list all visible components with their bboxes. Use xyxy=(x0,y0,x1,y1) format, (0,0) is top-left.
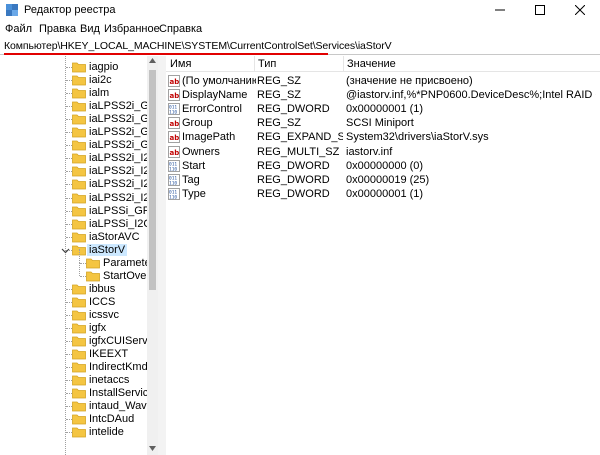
svg-text:ab: ab xyxy=(170,149,180,157)
tree-item[interactable]: intelide xyxy=(0,424,148,441)
menu-view[interactable]: Вид xyxy=(80,23,100,35)
svg-text:110: 110 xyxy=(169,180,177,186)
key-tree[interactable]: iagpioiai2cialmiaLPSS2i_GPIOiaLPSS2i_GPI… xyxy=(0,56,158,455)
svg-text:ab: ab xyxy=(170,92,180,100)
value-data: @iastorv.inf,%*PNP0600.DeviceDesc%;Intel… xyxy=(346,89,596,102)
tree-item-label: intelide xyxy=(89,426,124,439)
folder-icon xyxy=(72,427,86,438)
menu-file[interactable]: Файл xyxy=(5,23,32,35)
registry-editor-icon xyxy=(6,4,18,16)
binary-value-icon: 011110 xyxy=(168,103,180,115)
value-data: 0x00000001 (1) xyxy=(346,187,424,200)
maximize-button[interactable] xyxy=(520,0,560,20)
value-data: System32\drivers\iaStorV.sys xyxy=(346,131,489,144)
string-value-icon: ab xyxy=(168,117,180,130)
close-icon xyxy=(575,5,585,15)
minimize-button[interactable] xyxy=(480,0,520,20)
menu-bar: Файл Правка Вид Избранное Справка xyxy=(0,20,600,38)
svg-text:110: 110 xyxy=(169,110,177,116)
value-type: REG_SZ xyxy=(257,117,302,130)
column-divider[interactable] xyxy=(254,56,255,72)
minimize-icon xyxy=(495,9,505,11)
string-value-icon: ab xyxy=(168,145,180,158)
value-type: REG_SZ xyxy=(257,89,302,102)
value-name: ImagePath xyxy=(182,131,236,144)
table-row[interactable]: 011 110 Type REG_DWORD 0x00000001 (1) xyxy=(166,187,600,201)
column-data-header[interactable]: Значение xyxy=(347,58,396,70)
value-name: DisplayName xyxy=(182,89,248,102)
address-highlight-underline xyxy=(4,53,328,55)
binary-value-icon: 011110 xyxy=(168,159,180,172)
table-row[interactable]: ab ImagePath REG_EXPAND_SZ System32\drivers… xyxy=(166,130,600,144)
table-row[interactable]: 011 110 ErrorControl REG_DWORD 0x00000001 (1… xyxy=(166,102,600,116)
window-title: Редактор реестра xyxy=(24,4,116,16)
table-row[interactable]: ab (По умолчанию) REG_SZ (значение не присв… xyxy=(166,74,600,88)
value-name: ErrorControl xyxy=(182,103,242,116)
tree-scrollbar[interactable] xyxy=(147,56,158,455)
list-header: Имя Тип Значение xyxy=(166,56,600,72)
address-path[interactable]: Компьютер\HKEY_LOCAL_MACHINE\SYSTEM\Curr… xyxy=(4,40,392,52)
scroll-thumb[interactable] xyxy=(149,70,156,290)
value-type: REG_DWORD xyxy=(257,159,330,172)
value-type: REG_DWORD xyxy=(257,187,330,200)
tree-guide-line xyxy=(79,248,80,263)
menu-edit[interactable]: Правка xyxy=(39,23,76,35)
value-name: Group xyxy=(182,117,213,130)
table-row[interactable]: 011 110 Start REG_DWORD 0x00000000 (0) xyxy=(166,159,600,173)
address-bar[interactable]: Компьютер\HKEY_LOCAL_MACHINE\SYSTEM\Curr… xyxy=(0,38,600,55)
table-row[interactable]: ab Group REG_SZ SCSI Miniport xyxy=(166,116,600,130)
chevron-down-icon[interactable] xyxy=(61,246,70,255)
pane-splitter[interactable] xyxy=(158,56,166,455)
binary-value-icon: 011110 xyxy=(168,173,180,186)
value-data: SCSI Miniport xyxy=(346,117,414,130)
maximize-icon xyxy=(535,5,545,15)
value-name: Start xyxy=(182,159,206,172)
svg-text:ab: ab xyxy=(170,120,180,128)
value-data: iastorv.inf xyxy=(346,145,393,158)
title-bar[interactable]: Редактор реестра xyxy=(0,0,600,20)
value-data: 0x00000000 (0) xyxy=(346,159,424,172)
value-name: (По умолчанию) xyxy=(182,75,256,87)
column-type-header[interactable]: Тип xyxy=(258,58,276,70)
value-type: REG_DWORD xyxy=(257,173,330,186)
svg-text:110: 110 xyxy=(169,194,177,200)
values-list[interactable]: Имя Тип Значение ab (По умолчанию) REG_SZ(… xyxy=(166,56,600,455)
menu-help[interactable]: Справка xyxy=(159,23,202,35)
value-data: 0x00000019 (25) xyxy=(346,173,430,186)
table-row[interactable]: 011 110 Tag REG_DWORD 0x00000019 (25) xyxy=(166,173,600,187)
value-name: Tag xyxy=(182,173,200,186)
value-data: 0x00000001 (1) xyxy=(346,103,424,116)
svg-text:ab: ab xyxy=(170,78,180,86)
svg-text:ab: ab xyxy=(170,134,180,142)
scroll-up-icon[interactable] xyxy=(149,58,156,63)
scroll-down-icon[interactable] xyxy=(149,446,156,451)
string-value-icon: ab xyxy=(168,89,180,101)
value-type: REG_EXPAND_SZ xyxy=(257,131,343,144)
value-name: Owners xyxy=(182,145,220,158)
column-name-header[interactable]: Имя xyxy=(170,58,191,70)
value-name: Type xyxy=(182,187,206,200)
string-value-icon: ab xyxy=(168,75,180,87)
column-divider[interactable] xyxy=(343,56,344,72)
svg-text:110: 110 xyxy=(169,166,177,172)
string-value-icon: ab xyxy=(168,131,180,144)
value-data: (значение не присвоено) xyxy=(346,75,473,87)
binary-value-icon: 011110 xyxy=(168,187,180,200)
tree-guide-line xyxy=(79,261,80,276)
table-row[interactable]: ab Owners REG_MULTI_SZ iastorv.inf xyxy=(166,145,600,159)
value-type: REG_DWORD xyxy=(257,103,330,116)
table-row[interactable]: ab DisplayName REG_SZ @iastorv.inf,%*PNP060… xyxy=(166,88,600,102)
value-type: REG_MULTI_SZ xyxy=(257,145,340,158)
value-type: REG_SZ xyxy=(257,75,302,87)
close-button[interactable] xyxy=(560,0,600,20)
menu-favorites[interactable]: Избранное xyxy=(104,23,160,35)
